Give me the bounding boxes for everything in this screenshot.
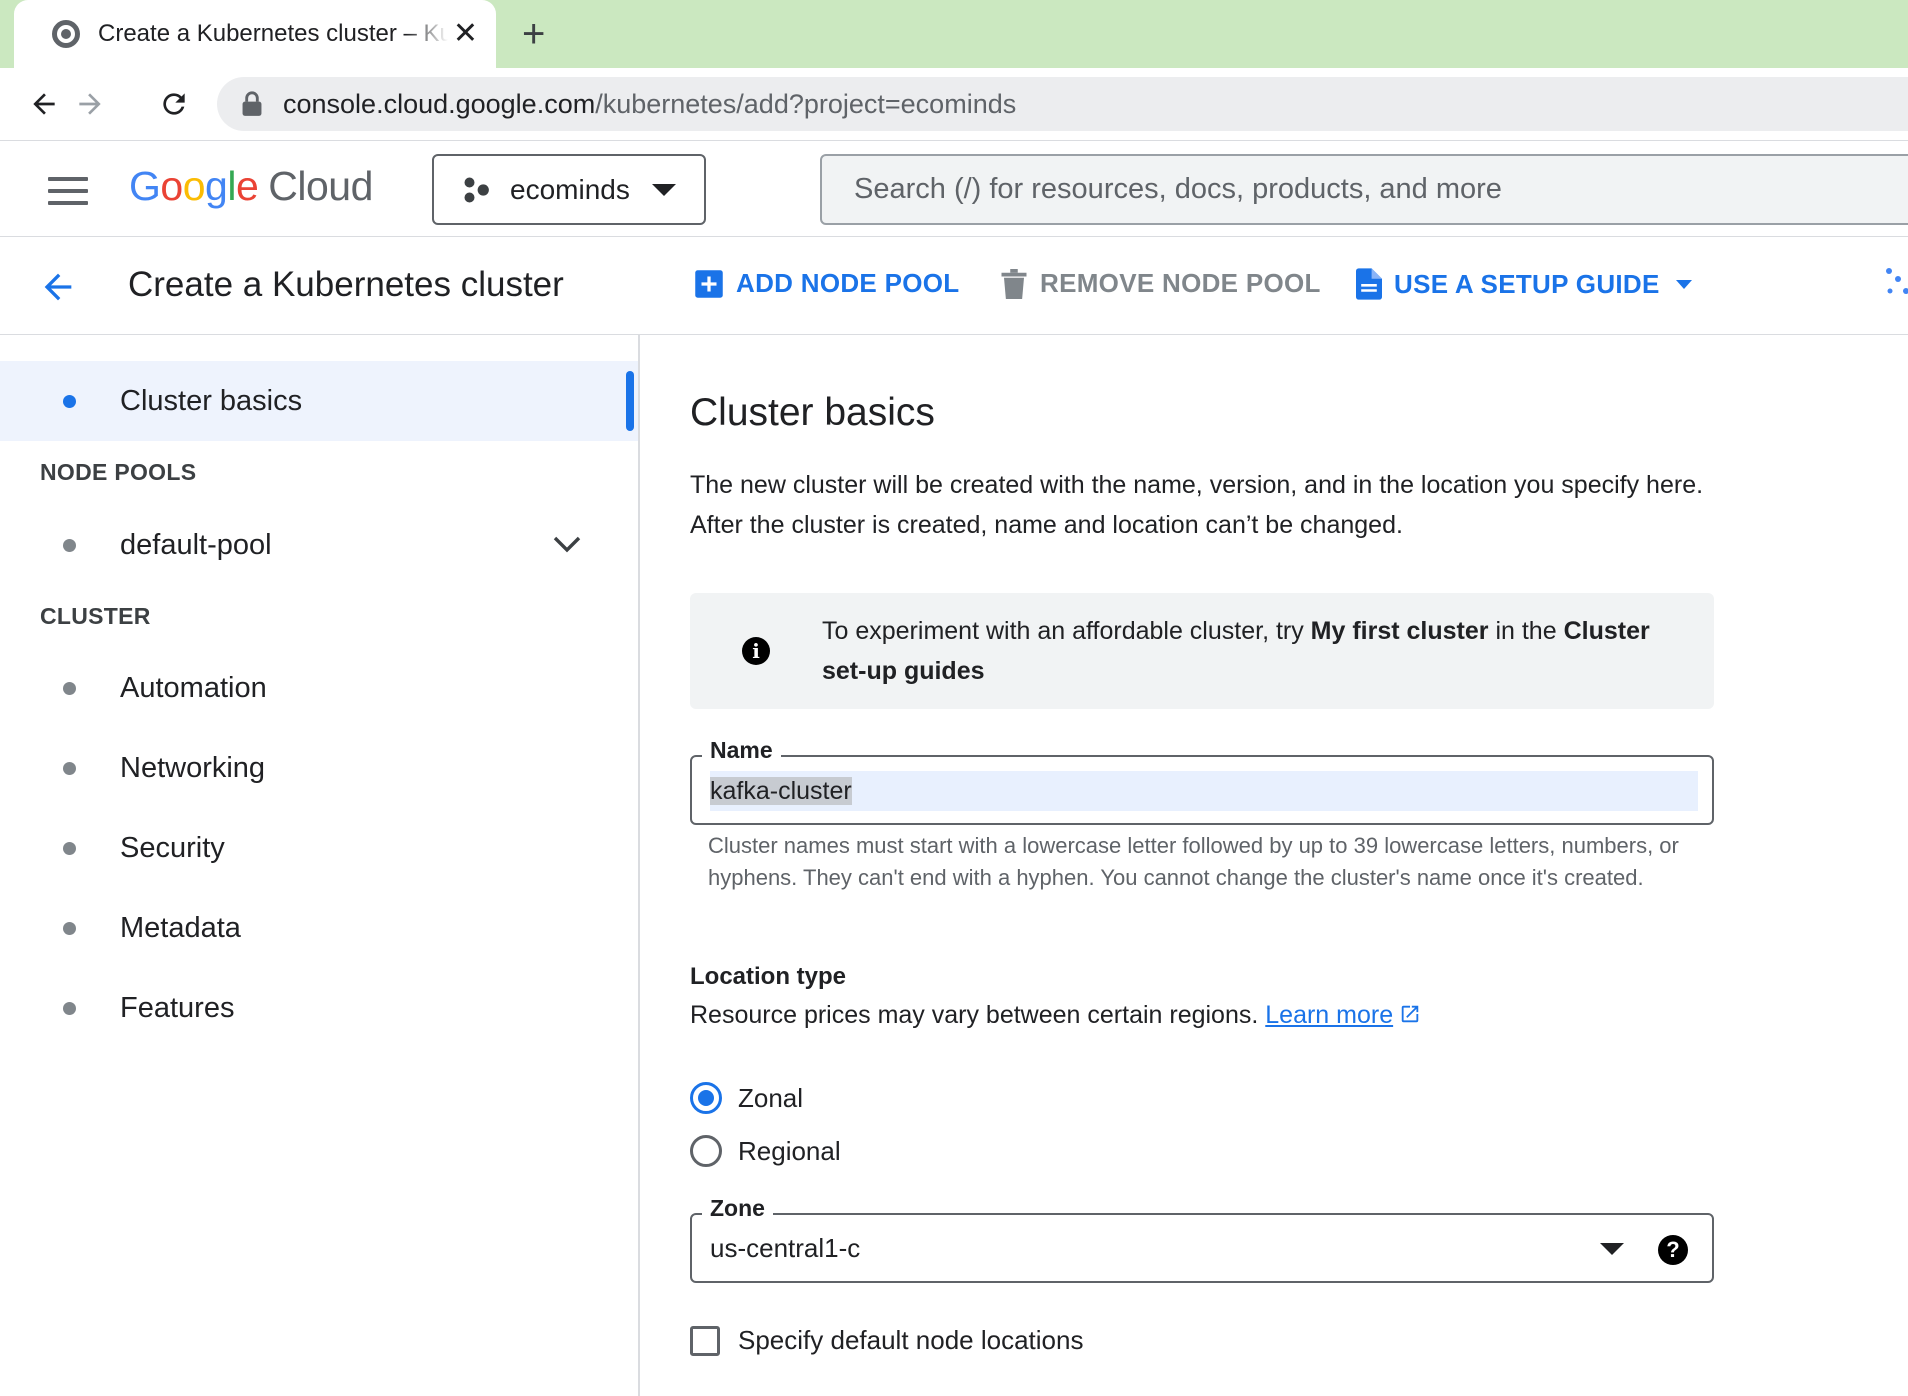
bullet-icon	[63, 538, 76, 552]
browser-back-button[interactable]	[24, 84, 64, 124]
browser-reload-button[interactable]	[154, 84, 194, 124]
active-indicator	[626, 371, 634, 431]
project-picker[interactable]: ecominds	[432, 154, 706, 225]
caret-down-icon	[1675, 279, 1692, 289]
help-icon[interactable]: ?	[1658, 1235, 1688, 1265]
my-first-cluster-text: My first cluster	[1310, 617, 1489, 645]
zone-field-label: Zone	[702, 1195, 773, 1222]
radio-selected-icon[interactable]	[690, 1082, 722, 1114]
nav-item-features[interactable]: Features	[0, 968, 638, 1048]
console-search-input[interactable]: Search (/) for resources, docs, products…	[820, 154, 1908, 225]
caret-down-icon[interactable]	[1600, 1243, 1624, 1255]
console-header: Google Cloud ecominds Search (/) for reso…	[0, 140, 1908, 237]
google-cloud-logo[interactable]: Google Cloud	[129, 163, 373, 210]
tab-title: Create a Kubernetes cluster – Kubernetes…	[98, 20, 448, 47]
cluster-config-nav: Cluster basics NODE POOLS default-pool C…	[0, 335, 640, 1396]
info-icon: i	[742, 637, 770, 665]
chevron-down-icon[interactable]	[552, 533, 582, 555]
browser-tabstrip: Create a Kubernetes cluster – Kubernetes…	[0, 0, 1908, 68]
setup-guide-button[interactable]: USE A SETUP GUIDE	[1356, 268, 1692, 300]
bullet-icon	[63, 921, 76, 935]
project-hub-icon	[464, 177, 489, 202]
intro-text: The new cluster will be created with the…	[690, 471, 1704, 539]
remove-node-pool-button[interactable]: REMOVE NODE POOL	[1000, 268, 1321, 299]
trash-icon	[1001, 268, 1027, 299]
main-menu-icon[interactable]	[48, 177, 88, 205]
sparkle-icon[interactable]	[1884, 265, 1908, 301]
nav-section-cluster: CLUSTER	[40, 603, 151, 629]
browser-tab[interactable]: Create a Kubernetes cluster – Kubernetes…	[14, 0, 496, 68]
radio-unselected-icon[interactable]	[690, 1135, 722, 1167]
add-node-pool-button[interactable]: ADD NODE POOL	[694, 268, 959, 299]
info-banner: i To experiment with an affordable clust…	[690, 593, 1714, 709]
project-name: ecominds	[510, 173, 630, 205]
learn-more-link[interactable]: Learn more	[1265, 1001, 1393, 1029]
nav-item-cluster-basics[interactable]: Cluster basics	[0, 361, 638, 441]
bullet-icon	[63, 1001, 76, 1015]
nav-item-metadata[interactable]: Metadata	[0, 888, 638, 968]
address-bar[interactable]: console.cloud.google.com/kubernetes/add?…	[217, 77, 1908, 131]
document-icon	[1356, 268, 1382, 300]
cluster-name-field[interactable]: Name kafka-cluster	[690, 737, 1714, 825]
add-box-icon	[695, 269, 723, 298]
checkbox-unchecked-icon[interactable]	[690, 1325, 720, 1356]
section-heading: Cluster basics	[690, 391, 935, 434]
cluster-name-input[interactable]: kafka-cluster	[710, 771, 1698, 811]
search-placeholder: Search (/) for resources, docs, products…	[854, 173, 1502, 205]
selected-text: kafka-cluster	[710, 777, 852, 805]
nav-item-security[interactable]: Security	[0, 808, 638, 888]
nav-item-networking[interactable]: Networking	[0, 728, 638, 808]
arrow-back-icon	[44, 273, 72, 301]
bullet-icon	[63, 841, 76, 855]
arrow-forward-icon	[79, 93, 101, 115]
zone-select[interactable]: Zone us-central1-c ?	[690, 1195, 1714, 1283]
browser-toolbar: console.cloud.google.com/kubernetes/add?…	[0, 68, 1908, 140]
nav-item-automation[interactable]: Automation	[0, 648, 638, 728]
radio-zonal[interactable]: Zonal	[690, 1082, 803, 1114]
external-link-icon[interactable]	[1399, 1003, 1421, 1025]
name-field-label: Name	[702, 737, 781, 764]
bullet-icon	[63, 681, 76, 695]
page-action-bar: Create a Kubernetes cluster ADD NODE POO…	[0, 237, 1908, 335]
nav-section-node-pools: NODE POOLS	[40, 459, 197, 485]
name-hint-text: Cluster names must start with a lowercas…	[708, 833, 1679, 890]
reload-icon	[163, 93, 185, 115]
zone-value: us-central1-c	[710, 1233, 861, 1263]
arrow-back-icon	[33, 93, 55, 115]
bullet-icon	[63, 761, 76, 775]
bullet-icon	[63, 394, 76, 408]
back-button[interactable]	[38, 267, 78, 307]
info-text: To experiment with an affordable cluster…	[822, 617, 1650, 685]
lock-icon	[242, 91, 262, 116]
location-type-description: Resource prices may vary between certain…	[690, 1001, 1421, 1030]
gcp-favicon-icon	[52, 20, 80, 48]
page-title: Create a Kubernetes cluster	[128, 265, 564, 304]
default-node-locations-checkbox[interactable]: Specify default node locations	[690, 1325, 1083, 1356]
radio-regional[interactable]: Regional	[690, 1135, 841, 1167]
tab-close-icon[interactable]: ✕	[453, 19, 478, 49]
nav-item-default-pool[interactable]: default-pool	[0, 505, 638, 585]
browser-forward-button[interactable]	[70, 84, 110, 124]
url-text: console.cloud.google.com/kubernetes/add?…	[283, 88, 1017, 119]
location-type-heading: Location type	[690, 963, 847, 990]
new-tab-button[interactable]: +	[522, 12, 545, 56]
caret-down-icon	[651, 183, 676, 196]
